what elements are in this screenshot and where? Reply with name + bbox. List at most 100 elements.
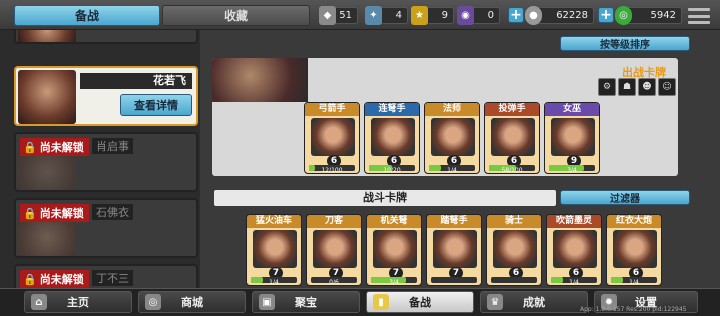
unit-card[interactable]: 法师 6 1/4 bbox=[424, 102, 480, 174]
helmet-icon[interactable]: ☗ bbox=[618, 78, 636, 96]
unit-card[interactable]: 女巫 9 3/4 bbox=[544, 102, 600, 174]
locked-badge: 🔒 尚未解锁 bbox=[20, 138, 89, 156]
card-name: 红衣大炮 bbox=[607, 215, 661, 228]
card-progress-bar bbox=[431, 277, 477, 283]
resource-coin: ● 62228 bbox=[525, 6, 594, 25]
hero-card-selected[interactable]: 花若飞 查看详情 bbox=[14, 66, 198, 126]
lock-icon: 🔒 bbox=[23, 206, 37, 220]
warrior-icon[interactable]: ☻ bbox=[638, 78, 656, 96]
card-name: 弓箭手 bbox=[305, 103, 359, 116]
hero-card-locked[interactable]: 🔒 尚未解锁 石佛衣 bbox=[14, 198, 198, 258]
card-name: 连弩手 bbox=[365, 103, 419, 116]
card-name: 刀客 bbox=[307, 215, 361, 228]
unit-portrait bbox=[373, 230, 417, 268]
hero-card-locked[interactable]: 🔒 尚未解锁 丁不三 bbox=[14, 264, 198, 288]
gem-icon: ◎ bbox=[615, 6, 632, 25]
hero-card-partial[interactable] bbox=[14, 30, 198, 44]
treasure-icon: ▣ bbox=[259, 294, 275, 310]
filter-button[interactable]: 过滤器 bbox=[560, 190, 690, 205]
resource-purple: ◉ 0 bbox=[457, 6, 500, 25]
unit-portrait bbox=[253, 230, 297, 268]
hero-name: 石佛衣 bbox=[92, 204, 133, 220]
version-text: App: 1.0.0.157 Res:200 pid:122945 bbox=[580, 306, 687, 313]
card-progress-text: 1/4 bbox=[447, 167, 457, 174]
resource-crystal: ✦ 4 bbox=[365, 6, 408, 25]
card-progress-text: 1/4 bbox=[269, 279, 279, 286]
unit-portrait bbox=[313, 230, 357, 268]
hero-card-locked[interactable]: 🔒 尚未解锁 肖启事 bbox=[14, 132, 198, 192]
deploy-icon-row: ⚙ ☗ ☻ ☺ bbox=[598, 78, 676, 96]
unit-portrait bbox=[431, 118, 475, 156]
nav-home[interactable]: ⌂ 主页 bbox=[24, 291, 132, 313]
unit-card[interactable]: 刀客 7 0/6 bbox=[306, 214, 362, 286]
sort-by-level-button[interactable]: 按等级排序 bbox=[560, 36, 690, 51]
add-gem-button[interactable]: + bbox=[598, 7, 614, 23]
unit-card[interactable]: 机关弩 7 3/4 bbox=[366, 214, 422, 286]
nav-prepare[interactable]: ▮ 备战 bbox=[366, 291, 474, 313]
hero-portrait bbox=[18, 150, 76, 190]
card-progress-bar bbox=[491, 277, 537, 283]
shop-icon: ◎ bbox=[145, 294, 161, 310]
card-progress-text: 10/20 bbox=[383, 167, 401, 174]
hero-portrait bbox=[18, 216, 76, 256]
battle-cards-title: 战斗卡牌 bbox=[214, 190, 556, 206]
menu-icon[interactable] bbox=[688, 8, 710, 24]
unit-card[interactable]: 弓箭手 6 12/100 bbox=[304, 102, 360, 174]
hero-background-art bbox=[212, 58, 308, 102]
card-progress-text: 1/4 bbox=[569, 279, 579, 286]
home-icon: ⌂ bbox=[31, 294, 47, 310]
card-name: 骑士 bbox=[487, 215, 541, 228]
face-icon[interactable]: ☺ bbox=[658, 78, 676, 96]
nav-achievements[interactable]: ♛ 成就 bbox=[480, 291, 588, 313]
card-progress-text: 3/4 bbox=[567, 167, 577, 174]
unit-portrait bbox=[613, 230, 657, 268]
card-name: 吹箭墨灵 bbox=[547, 215, 601, 228]
nav-shop[interactable]: ◎ 商城 bbox=[138, 291, 246, 313]
tab-collection[interactable]: 收藏 bbox=[162, 5, 310, 26]
unit-portrait bbox=[551, 118, 595, 156]
resource-gem: ◎ 5942 bbox=[615, 6, 682, 25]
unit-card[interactable]: 红衣大炮 6 1/4 bbox=[606, 214, 662, 286]
unit-portrait bbox=[491, 118, 535, 156]
unit-card[interactable]: 骑士 6 bbox=[486, 214, 542, 286]
lock-icon: 🔒 bbox=[23, 272, 37, 286]
unit-portrait bbox=[553, 230, 597, 268]
unit-card[interactable]: 投弹手 6 58/100 bbox=[484, 102, 540, 174]
crystal-icon: ✦ bbox=[365, 6, 382, 25]
unit-card[interactable]: 踏弩手 7 bbox=[426, 214, 482, 286]
hero-name: 花若飞 bbox=[80, 73, 192, 89]
card-name: 猛火油车 bbox=[247, 215, 301, 228]
card-progress-text: 12/100 bbox=[321, 167, 343, 174]
filter-icon[interactable]: ⚙ bbox=[598, 78, 616, 96]
unit-portrait bbox=[371, 118, 415, 156]
locked-badge: 🔒 尚未解锁 bbox=[20, 270, 89, 288]
hero-portrait bbox=[18, 70, 76, 124]
top-bar: 备战 收藏 ◆ 51 ✦ 4 ★ 9 ◉ 0 + ● 62228 + ◎ 594… bbox=[0, 0, 720, 30]
hero-name: 丁不三 bbox=[92, 270, 133, 286]
tab-prepare[interactable]: 备战 bbox=[14, 5, 160, 26]
unit-portrait bbox=[311, 118, 355, 156]
unit-card[interactable]: 吹箭墨灵 6 1/4 bbox=[546, 214, 602, 286]
battle-card-row[interactable]: 猛火油车 7 1/4 刀客 7 0/6 机关弩 7 3/4 踏弩手 7 骑士 6 吹箭墨灵 6 1/4 红衣大炮… bbox=[212, 208, 690, 290]
purple-badge-icon: ◉ bbox=[457, 6, 474, 25]
unit-card[interactable]: 连弩手 6 10/20 bbox=[364, 102, 420, 174]
nav-treasure[interactable]: ▣ 聚宝 bbox=[252, 291, 360, 313]
card-name: 机关弩 bbox=[367, 215, 421, 228]
cards-icon: ▮ bbox=[373, 294, 389, 310]
card-progress-text: 1/4 bbox=[629, 279, 639, 286]
card-name: 投弹手 bbox=[485, 103, 539, 116]
unit-card[interactable]: 猛火油车 7 1/4 bbox=[246, 214, 302, 286]
card-name: 法师 bbox=[425, 103, 479, 116]
card-progress-text: 0/6 bbox=[329, 279, 339, 286]
resource-shield: ◆ 51 bbox=[319, 6, 358, 25]
view-details-button[interactable]: 查看详情 bbox=[120, 94, 192, 116]
hero-list[interactable]: 花若飞 查看详情 🔒 尚未解锁 肖启事 🔒 尚未解锁 石佛衣 🔒 尚未解锁 丁不三 bbox=[0, 30, 200, 288]
lock-icon: 🔒 bbox=[23, 140, 37, 154]
locked-badge: 🔒 尚未解锁 bbox=[20, 204, 89, 222]
unit-portrait bbox=[493, 230, 537, 268]
add-coin-button[interactable]: + bbox=[508, 7, 524, 23]
unit-portrait bbox=[433, 230, 477, 268]
coin-icon: ● bbox=[525, 6, 542, 25]
trophy-icon: ♛ bbox=[487, 294, 503, 310]
card-name: 女巫 bbox=[545, 103, 599, 116]
